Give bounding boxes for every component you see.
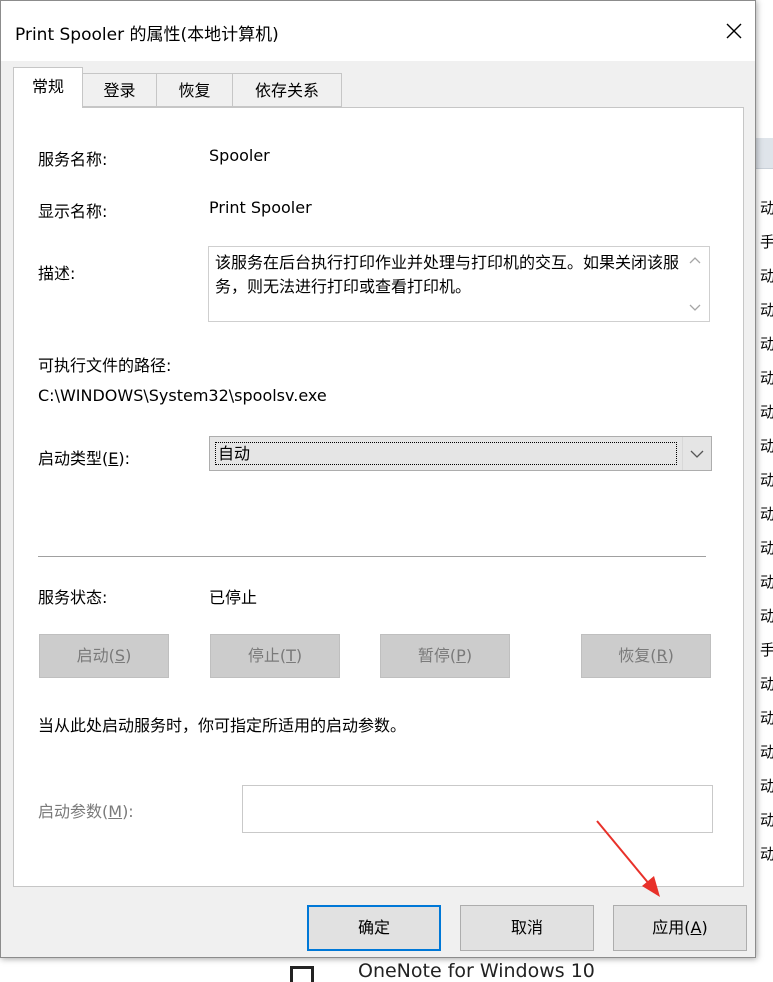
start-params-hint: 当从此处启动服务时，你可指定所适用的启动参数。 — [38, 716, 407, 735]
start-params-label: 启动参数(M): — [38, 802, 134, 821]
chevron-down-icon[interactable] — [682, 437, 711, 470]
background-cell: 动 — [760, 505, 773, 523]
description-label: 描述: — [38, 264, 76, 283]
background-cell: 动 — [760, 301, 773, 319]
background-cell: 动 — [760, 437, 773, 455]
background-cell: 动 — [760, 199, 773, 217]
background-cell: 动 — [760, 607, 773, 625]
description-scrollbar[interactable] — [683, 247, 709, 321]
background-cell: 动 — [760, 675, 773, 693]
startup-type-selected: 自动 — [215, 442, 677, 465]
background-cell: 动 — [760, 471, 773, 489]
background-cell: 手 — [760, 641, 773, 659]
service-properties-dialog: Print Spooler 的属性(本地计算机) 常规 登录 恢复 依存关系 服… — [0, 0, 756, 958]
service-name-label: 服务名称: — [38, 150, 108, 169]
background-cell: 动 — [760, 267, 773, 285]
apply-button[interactable]: 应用(A) — [613, 905, 747, 951]
service-status-value: 已停止 — [209, 588, 258, 607]
tab-dependencies[interactable]: 依存关系 — [232, 73, 342, 107]
general-tab-panel: 服务名称: Spooler 显示名称: Print Spooler 描述: 该服… — [13, 107, 744, 887]
background-cell: 动 — [760, 845, 773, 863]
background-cell: 动 — [760, 573, 773, 591]
section-divider — [38, 556, 706, 557]
pause-button[interactable]: 暂停(P) — [380, 634, 510, 678]
startup-type-dropdown[interactable]: 自动 — [209, 436, 712, 471]
service-status-label: 服务状态: — [38, 588, 108, 607]
background-list-header — [756, 138, 773, 169]
background-cell: 动 — [760, 539, 773, 557]
exe-path-label: 可执行文件的路径: — [38, 356, 172, 375]
background-cell: 动 — [760, 811, 773, 829]
onenote-icon — [290, 966, 314, 982]
background-item-text: OneNote for Windows 10 — [358, 960, 595, 982]
background-app-item: OneNote for Windows 10 — [0, 958, 773, 982]
tab-general[interactable]: 常规 — [13, 67, 83, 108]
exe-path-value: C:\WINDOWS\System32\spoolsv.exe — [38, 386, 327, 405]
tab-recovery[interactable]: 恢复 — [156, 73, 233, 107]
display-name-value: Print Spooler — [209, 198, 312, 217]
background-service-list: 动手动动动动动动动动动动动手动动动动动动 — [756, 0, 773, 981]
background-cell: 动 — [760, 369, 773, 387]
background-cell: 手 — [760, 233, 773, 251]
description-text: 该服务在后台执行打印作业并处理与打印机的交互。如果关闭该服务，则无法进行打印或查… — [215, 253, 680, 296]
tab-logon[interactable]: 登录 — [82, 73, 157, 107]
start-params-input[interactable] — [242, 785, 713, 833]
close-icon — [726, 23, 742, 39]
background-cell: 动 — [760, 743, 773, 761]
startup-type-label: 启动类型(E): — [38, 449, 130, 468]
scroll-up-icon[interactable] — [689, 255, 701, 267]
cancel-button[interactable]: 取消 — [460, 905, 594, 951]
close-button[interactable] — [713, 9, 755, 53]
background-cell: 动 — [760, 709, 773, 727]
dialog-title: Print Spooler 的属性(本地计算机) — [15, 25, 279, 45]
description-textbox[interactable]: 该服务在后台执行打印作业并处理与打印机的交互。如果关闭该服务，则无法进行打印或查… — [208, 246, 710, 322]
scroll-down-icon[interactable] — [689, 301, 701, 313]
resume-button[interactable]: 恢复(R) — [581, 634, 711, 678]
start-button[interactable]: 启动(S) — [39, 634, 169, 678]
background-cell: 动 — [760, 777, 773, 795]
ok-button[interactable]: 确定 — [307, 905, 441, 951]
background-cell: 动 — [760, 335, 773, 353]
stop-button[interactable]: 停止(T) — [210, 634, 340, 678]
background-cell: 动 — [760, 403, 773, 421]
service-name-value: Spooler — [209, 146, 270, 165]
display-name-label: 显示名称: — [38, 202, 108, 221]
title-bar[interactable]: Print Spooler 的属性(本地计算机) — [1, 1, 755, 61]
